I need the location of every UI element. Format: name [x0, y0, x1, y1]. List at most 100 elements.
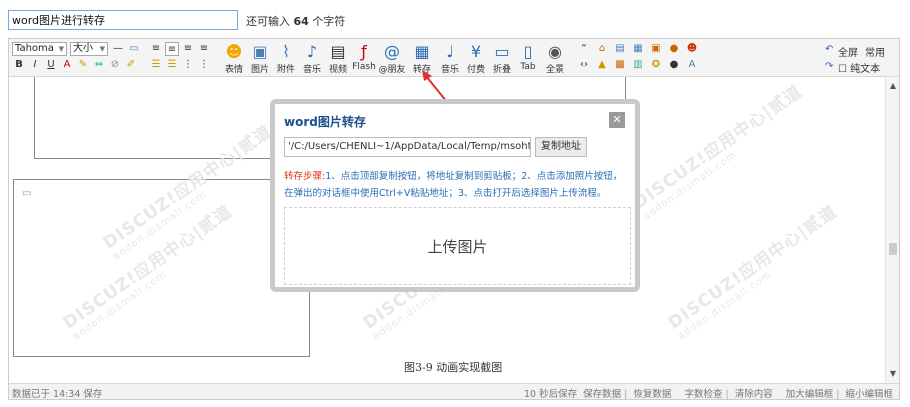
separator: |: [725, 389, 729, 400]
table-icon[interactable]: ▤: [613, 42, 627, 56]
separator: |: [836, 389, 840, 400]
italic-icon[interactable]: I: [28, 58, 42, 72]
font-family-select[interactable]: Tahoma ▼: [12, 42, 67, 56]
char-count-prefix: 还可输入: [246, 15, 290, 28]
editor-scrollbar[interactable]: ▲ ▼: [885, 77, 899, 383]
font-color-icon[interactable]: A: [60, 58, 74, 72]
upload-drop-zone[interactable]: 上传图片: [284, 207, 631, 285]
font-style-icon[interactable]: A: [685, 58, 699, 72]
common-button[interactable]: 常用: [865, 44, 885, 59]
align-center-icon[interactable]: ≡: [165, 42, 179, 56]
font-size-select[interactable]: 大小 ▼: [70, 42, 108, 56]
save-data-link[interactable]: 保存数据: [583, 389, 621, 400]
flash-icon: ƒ: [361, 42, 367, 61]
horizontal-rule-icon[interactable]: —: [111, 42, 125, 56]
broken-image-icon: ▭: [22, 188, 32, 199]
char-count-suffix: 个字符: [312, 15, 346, 28]
watermark-sub: addon.dismall.com: [641, 149, 740, 223]
transfer-steps: 转存步骤:1、点击顶部复制按钮，将地址复制到剪贴板；2、点击添加照片按钮，在弹出…: [284, 168, 629, 202]
fold-icon: ▭: [494, 42, 510, 61]
music-note-icon: ♩: [446, 42, 454, 61]
steps-text: 1、点击顶部复制按钮，将地址复制到剪贴板；2、点击添加照片按钮，在弹出的对话框中…: [284, 171, 623, 199]
char-count-number: 64: [293, 15, 309, 28]
lock-icon[interactable]: ⌂: [595, 42, 609, 56]
at-icon: @: [384, 42, 400, 61]
subject-row: 还可输入 64 个字符: [0, 0, 910, 40]
bomb-icon[interactable]: ●: [667, 58, 681, 72]
word-check-link[interactable]: 字数检查: [684, 389, 722, 400]
unordered-list-icon[interactable]: ⋮: [197, 58, 211, 72]
subject-input[interactable]: [8, 10, 238, 30]
clear-content-link[interactable]: 清除内容: [735, 389, 773, 400]
smiley-icon: ☻: [225, 42, 243, 61]
toolbar-right: ↶ 全屏 常用 ↷ ☐ 纯文本: [825, 42, 895, 76]
tool-panorama[interactable]: ◉ 全景: [541, 42, 569, 75]
tool-label: 全景: [545, 65, 564, 75]
copy-address-button[interactable]: 复制地址: [535, 137, 587, 157]
align-left-icon[interactable]: ≡: [149, 42, 163, 56]
scroll-up-icon[interactable]: ▲: [886, 79, 900, 93]
statusbar-actions: 10 秒后保存 保存数据 | 恢复数据 字数检查 | 清除内容 加大编辑框 | 缩小编…: [521, 386, 893, 400]
video-icon: ▤: [330, 42, 346, 61]
redo-icon[interactable]: ↷: [825, 61, 833, 72]
scroll-down-icon[interactable]: ▼: [886, 367, 900, 381]
chevron-down-icon: ▼: [99, 45, 105, 53]
outdent-icon[interactable]: ☰: [165, 58, 179, 72]
tab-icon: ▯: [523, 42, 533, 61]
watermark: DISCUZ!应用中心|贰道addon.dismall.com: [627, 78, 813, 223]
fullscreen-button[interactable]: 全屏: [838, 44, 858, 59]
figure-caption: 图3-9 动画实现截图: [404, 361, 503, 374]
autosave-countdown: 10 秒后保存: [524, 389, 578, 400]
dialog-title: word图片转存: [284, 115, 366, 129]
word-image-transfer-dialog: word图片转存 ✕ '/C:/Users/CHENLI~1/AppData/L…: [270, 99, 640, 292]
scroll-thumb[interactable]: [889, 243, 897, 255]
paint-brush-icon[interactable]: ✎: [76, 58, 90, 72]
unlink-icon[interactable]: ⊘: [108, 58, 122, 72]
photo-icon[interactable]: ▣: [649, 42, 663, 56]
align-right-icon[interactable]: ≡: [181, 42, 195, 56]
background-color-icon[interactable]: ▭: [127, 42, 141, 56]
code-icon[interactable]: ‹›: [577, 58, 591, 72]
editor-statusbar: 数据已于 14:34 保存 10 秒后保存 保存数据 | 恢复数据 字数检查 | 清…: [9, 383, 899, 400]
image-icon: ▣: [252, 42, 268, 61]
eraser-icon[interactable]: ✐: [124, 58, 138, 72]
upload-image-label: 上传图片: [427, 238, 488, 256]
underline-icon[interactable]: U: [44, 58, 58, 72]
ordered-list-icon[interactable]: ⋮: [181, 58, 195, 72]
char-count: 还可输入 64 个字符: [246, 13, 345, 29]
font-size-value: 大小: [73, 43, 93, 54]
indent-icon[interactable]: ☰: [149, 58, 163, 72]
enlarge-editor-link[interactable]: 加大编辑框: [786, 389, 834, 400]
watermark-sub: addon.dismall.com: [676, 269, 775, 343]
plain-text-toggle[interactable]: ☐ 纯文本: [838, 60, 880, 75]
restore-data-link[interactable]: 恢复数据: [633, 389, 671, 400]
separator: |: [624, 389, 628, 400]
quote-icon[interactable]: “: [577, 42, 591, 56]
hide-icon[interactable]: ▲: [595, 58, 609, 72]
font-family-value: Tahoma: [15, 43, 54, 54]
link-icon[interactable]: ⇔: [92, 58, 106, 72]
badge-icon[interactable]: ●: [667, 42, 681, 56]
chevron-down-icon: ▼: [58, 45, 64, 53]
save-status: 数据已于 14:34 保存: [12, 389, 103, 400]
word-transfer-icon: ▦: [414, 42, 430, 61]
steps-label: 转存步骤:: [284, 171, 326, 182]
grid-icon[interactable]: ▦: [631, 42, 645, 56]
watermark-text: DISCUZ!应用中心|贰道: [664, 201, 842, 334]
align-justify-icon[interactable]: ≡: [197, 42, 211, 56]
undo-icon[interactable]: ↶: [825, 44, 833, 55]
sheet-icon[interactable]: ▥: [631, 58, 645, 72]
shrink-editor-link[interactable]: 缩小编辑框: [845, 389, 893, 400]
paperclip-icon: ⌇: [282, 42, 290, 61]
music-icon: ♪: [306, 42, 318, 61]
bold-icon[interactable]: B: [12, 58, 26, 72]
yen-icon: ¥: [470, 42, 482, 61]
card-icon[interactable]: ▩: [613, 58, 627, 72]
person-icon[interactable]: ☻: [685, 42, 699, 56]
eye-icon: ◉: [548, 42, 562, 61]
plain-text-label: 纯文本: [850, 64, 881, 75]
close-icon[interactable]: ✕: [609, 112, 625, 128]
watermark-text: DISCUZ!应用中心|贰道: [629, 81, 807, 214]
award-icon[interactable]: ✪: [649, 58, 663, 72]
path-field[interactable]: '/C:/Users/CHENLI~1/AppData/Local/Temp/m…: [284, 137, 531, 157]
